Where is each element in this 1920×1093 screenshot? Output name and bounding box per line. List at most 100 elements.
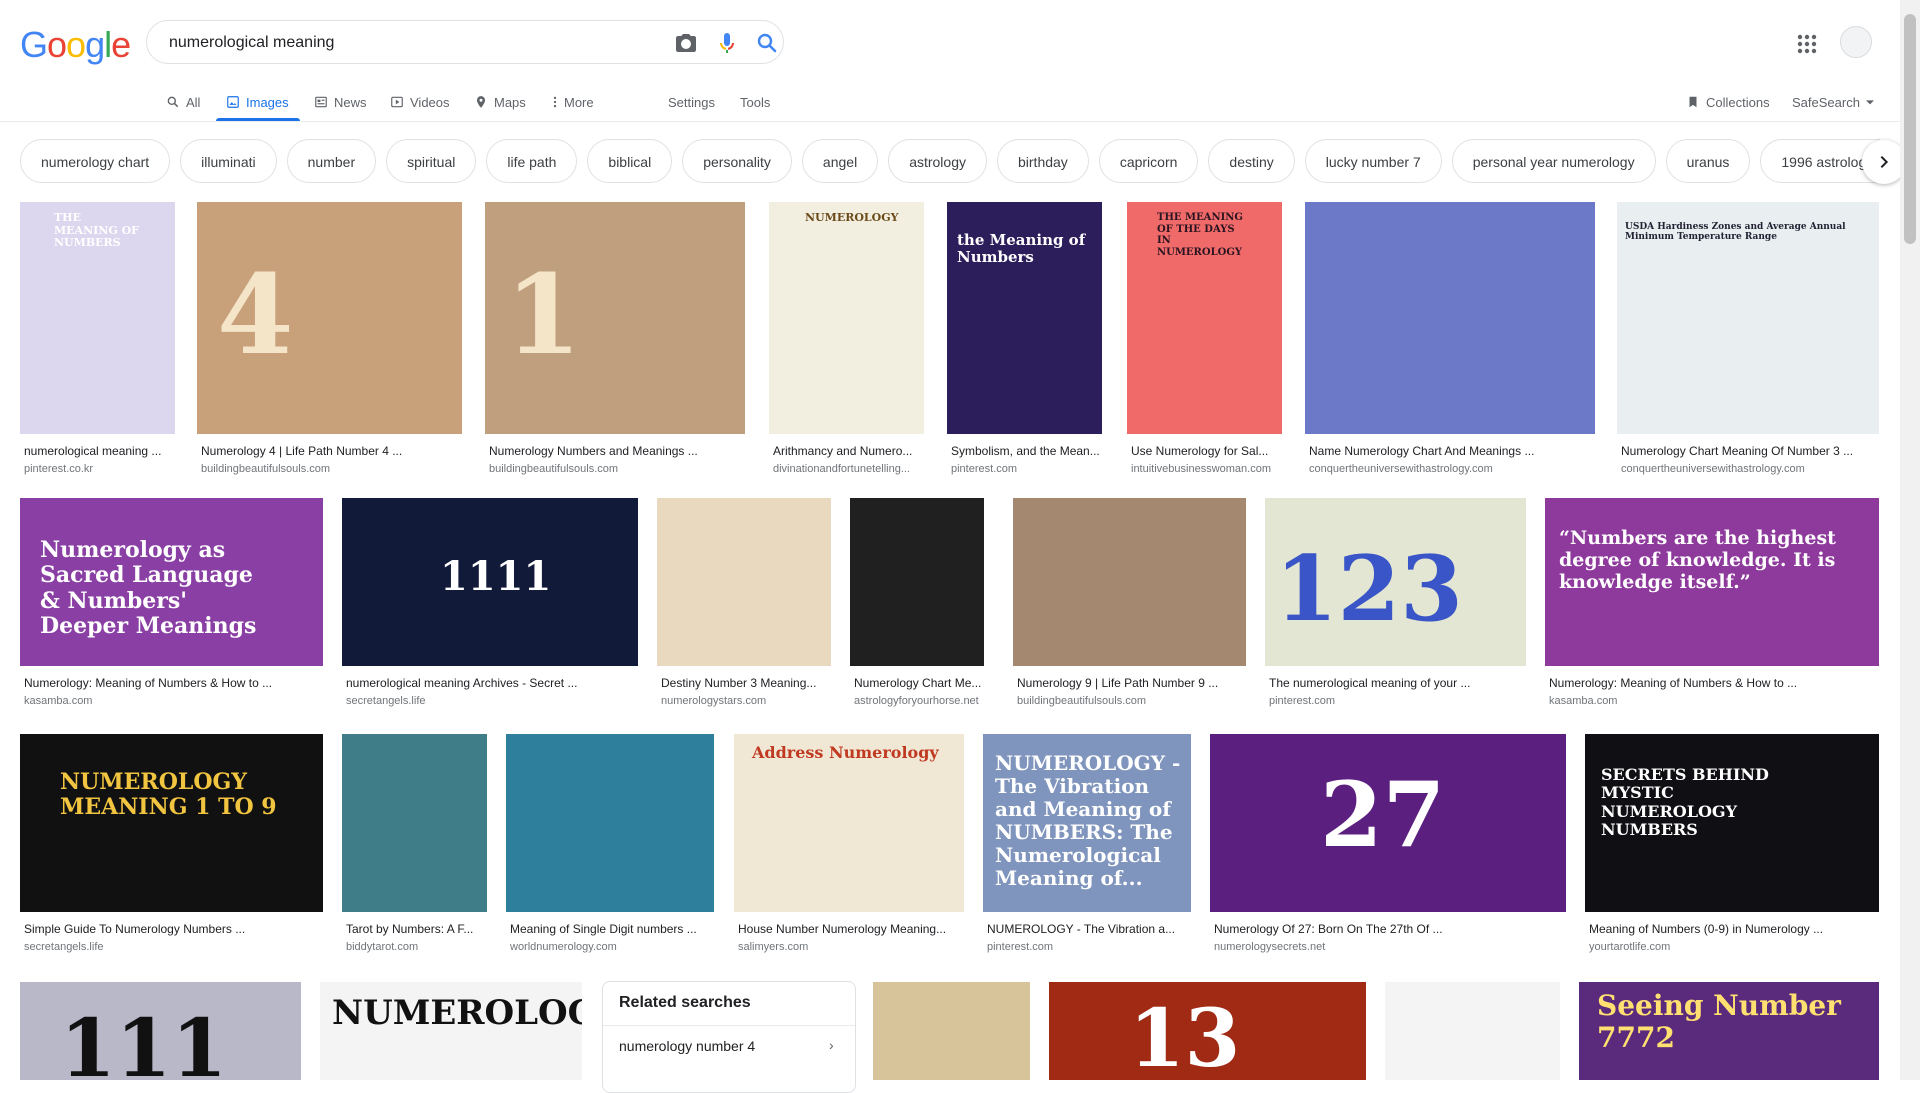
suggestion-chip[interactable]: capricorn <box>1098 139 1199 183</box>
tab-more[interactable]: More <box>552 86 594 118</box>
result-title[interactable]: Meaning of Single Digit numbers ... <box>510 922 712 936</box>
result-thumbnail[interactable]: 4 <box>197 202 462 434</box>
thumbnail-text: 1 <box>505 250 582 379</box>
result-thumbnail[interactable] <box>342 734 487 912</box>
suggestion-chip[interactable]: angel <box>801 139 879 183</box>
result-title[interactable]: Numerology Chart Meaning Of Number 3 ... <box>1621 444 1877 458</box>
result-thumbnail[interactable] <box>657 498 831 666</box>
search-box[interactable] <box>146 20 784 64</box>
page-scrollbar[interactable] <box>1900 0 1920 1080</box>
search-small-icon <box>167 96 179 108</box>
result-title[interactable]: Numerology 4 | Life Path Number 4 ... <box>201 444 460 458</box>
result-thumbnail[interactable]: NUMEROLOGY MEANING 1 TO 9 <box>20 734 323 912</box>
result-source: kasamba.com <box>24 695 93 707</box>
result-thumbnail[interactable]: NUMEROLOGY <box>320 982 582 1080</box>
video-icon <box>391 96 403 108</box>
result-thumbnail[interactable]: Numerology as Sacred Language & Numbers'… <box>20 498 323 666</box>
suggestion-chip[interactable]: uranus <box>1665 139 1751 183</box>
tab-maps[interactable]: Maps <box>474 86 526 118</box>
tab-all[interactable]: All <box>166 86 200 118</box>
result-title[interactable]: Use Numerology for Sal... <box>1131 444 1280 458</box>
microphone-icon[interactable] <box>715 31 739 55</box>
suggestion-chip[interactable]: biblical <box>587 139 673 183</box>
result-title[interactable]: Destiny Number 3 Meaning... <box>661 676 829 690</box>
result-title[interactable]: Arithmancy and Numero... <box>773 444 922 458</box>
safesearch-toggle[interactable]: SafeSearch <box>1792 86 1874 118</box>
result-thumbnail[interactable]: USDA Hardiness Zones and Average Annual … <box>1617 202 1879 434</box>
result-title[interactable]: The numerological meaning of your ... <box>1269 676 1524 690</box>
result-thumbnail[interactable]: Address Numerology <box>734 734 964 912</box>
result-title[interactable]: Numerology Chart Me... <box>854 676 982 690</box>
result-title[interactable]: Symbolism, and the Mean... <box>951 444 1100 458</box>
settings-link[interactable]: Settings <box>668 86 715 118</box>
thumbnail-text: Seeing Number 7772 <box>1597 989 1841 1055</box>
result-title[interactable]: Numerology: Meaning of Numbers & How to … <box>24 676 321 690</box>
related-searches-title: Related searches <box>619 994 751 1011</box>
suggestion-chip[interactable]: personal year numerology <box>1451 139 1656 183</box>
tab-images[interactable]: Images <box>226 86 289 118</box>
account-avatar[interactable] <box>1840 26 1872 58</box>
search-icon[interactable] <box>755 31 779 55</box>
suggestion-chip[interactable]: personality <box>682 139 792 183</box>
result-title[interactable]: NUMEROLOGY - The Vibration a... <box>987 922 1189 936</box>
result-thumbnail[interactable]: 123 <box>1265 498 1526 666</box>
result-title[interactable]: Tarot by Numbers: A F... <box>346 922 485 936</box>
result-thumbnail[interactable]: NUMEROLOGY - The Vibration and Meaning o… <box>983 734 1191 912</box>
result-title[interactable]: Numerology Numbers and Meanings ... <box>489 444 743 458</box>
tools-link[interactable]: Tools <box>740 86 770 118</box>
suggestion-chip[interactable]: illuminati <box>180 139 277 183</box>
thumbnail-text: 111 <box>60 1001 227 1080</box>
result-thumbnail[interactable]: 1111 <box>342 498 638 666</box>
suggestion-chip[interactable]: spiritual <box>386 139 477 183</box>
related-search-item[interactable]: numerology number 4 <box>619 1038 755 1054</box>
result-thumbnail[interactable]: 111 <box>20 982 301 1080</box>
result-thumbnail[interactable]: 1 <box>485 202 745 434</box>
result-thumbnail[interactable]: “Numbers are the highest degree of knowl… <box>1545 498 1879 666</box>
result-thumbnail[interactable]: NUMEROLOGY <box>769 202 924 434</box>
result-title[interactable]: Simple Guide To Numerology Numbers ... <box>24 922 321 936</box>
result-title[interactable]: Numerology 9 | Life Path Number 9 ... <box>1017 676 1244 690</box>
tab-news[interactable]: News <box>314 86 367 118</box>
related-searches-panel: Related searches numerology number 4 › <box>602 981 856 1093</box>
result-title[interactable]: Numerology: Meaning of Numbers & How to … <box>1549 676 1877 690</box>
result-thumbnail[interactable]: Seeing Number 7772 <box>1579 982 1879 1080</box>
suggestion-chip[interactable]: lucky number 7 <box>1304 139 1442 183</box>
result-thumbnail[interactable] <box>1013 498 1246 666</box>
google-logo[interactable]: Google <box>20 24 131 66</box>
suggestion-chip[interactable]: astrology <box>888 139 987 183</box>
scrollbar-thumb[interactable] <box>1904 14 1916 244</box>
suggestion-chip[interactable]: life path <box>486 139 578 183</box>
result-title[interactable]: House Number Numerology Meaning... <box>738 922 962 936</box>
result-thumbnail[interactable]: 13 <box>1049 982 1366 1080</box>
result-thumbnail[interactable]: SECRETS BEHIND MYSTIC NUMEROLOGY NUMBERS <box>1585 734 1879 912</box>
apps-grid-icon[interactable] <box>1795 32 1819 56</box>
result-title[interactable]: Name Numerology Chart And Meanings ... <box>1309 444 1593 458</box>
result-source: astrologyforyourhorse.net <box>854 695 979 707</box>
header-divider <box>0 121 1900 122</box>
suggestion-chip[interactable]: birthday <box>997 139 1089 183</box>
collections-link[interactable]: Collections <box>1686 86 1770 118</box>
search-input[interactable] <box>167 30 641 56</box>
result-thumbnail[interactable] <box>873 982 1030 1080</box>
result-title[interactable]: numerological meaning Archives - Secret … <box>346 676 636 690</box>
result-title[interactable]: Numerology Of 27: Born On The 27th Of ..… <box>1214 922 1564 936</box>
result-thumbnail[interactable] <box>850 498 984 666</box>
suggestion-chip[interactable]: destiny <box>1208 139 1295 183</box>
result-thumbnail[interactable] <box>1305 202 1595 434</box>
suggestion-chip[interactable]: numerology chart <box>20 139 171 183</box>
result-thumbnail[interactable]: the Meaning of Numbers <box>947 202 1102 434</box>
thumbnail-text: NUMEROLOGY - The Vibration and Meaning o… <box>995 751 1181 890</box>
result-source: pinterest.co.kr <box>24 463 94 475</box>
result-thumbnail[interactable] <box>1385 982 1560 1080</box>
result-thumbnail[interactable] <box>506 734 714 912</box>
suggestion-chip[interactable]: number <box>286 139 377 183</box>
result-thumbnail[interactable]: THE MEANING OF THE DAYS IN NUMEROLOGY <box>1127 202 1282 434</box>
thumbnail-text: 13 <box>1129 991 1241 1080</box>
result-title[interactable]: Meaning of Numbers (0-9) in Numerology .… <box>1589 922 1877 936</box>
result-source: biddytarot.com <box>346 941 419 953</box>
tab-videos[interactable]: Videos <box>390 86 450 118</box>
result-thumbnail[interactable]: THE MEANING OF NUMBERS <box>20 202 175 434</box>
result-title[interactable]: numerological meaning ... <box>24 444 173 458</box>
result-thumbnail[interactable]: 27 <box>1210 734 1566 912</box>
camera-icon[interactable] <box>674 31 698 55</box>
